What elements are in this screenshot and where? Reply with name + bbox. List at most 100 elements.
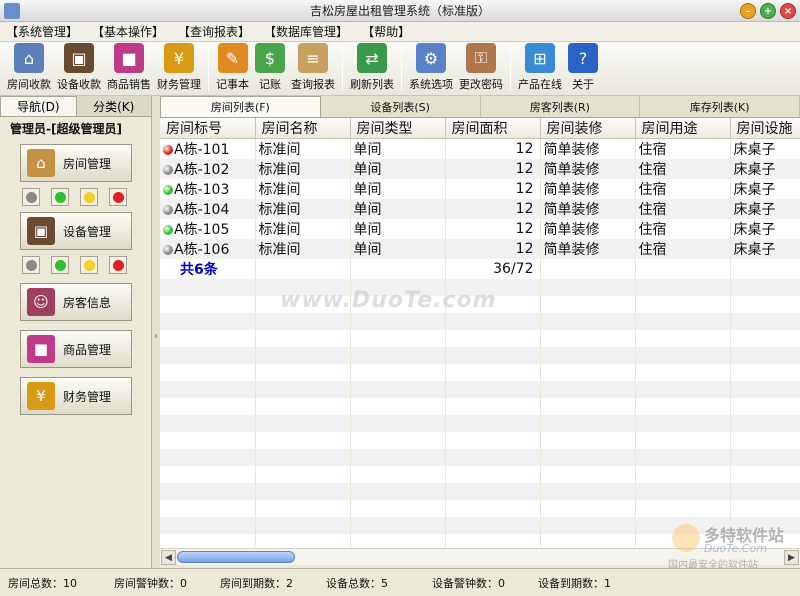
status-light-button[interactable] [22,256,40,274]
toolbar-button[interactable]: ⇄ 刷新列表 [347,43,397,95]
empty-cell [730,432,800,449]
status-light-button[interactable] [109,256,127,274]
menu-query-report[interactable]: 【查询报表】 [178,23,250,40]
collapse-arrow-icon[interactable]: ‹ [153,316,159,356]
empty-cell [445,347,541,364]
table-cell: 住宿 [635,239,731,259]
menu-help[interactable]: 【帮助】 [362,23,410,40]
toolbar-button[interactable]: ? 关于 [565,43,601,95]
nav-button[interactable]: ¥ 财务管理 [20,377,132,415]
empty-cell [160,296,256,313]
empty-cell [635,381,731,398]
toolbar-button[interactable]: ⚿ 更改密码 [456,43,506,95]
empty-cell [730,330,800,347]
table-cell: 标准间 [255,199,351,219]
close-button[interactable]: × [780,3,796,19]
tab-navigation[interactable]: 导航(D) [0,96,77,116]
status-light-button[interactable] [51,188,69,206]
empty-cell [730,449,800,466]
table-row[interactable]: A栋-106 标准间 单间 12 简单装修 住宿 床桌子 [160,239,800,259]
empty-row [160,449,800,466]
toolbar-button[interactable]: ¥ 财务管理 [154,43,204,95]
table-cell: 简单装修 [540,199,636,219]
toolbar-button[interactable]: ≡ 查询报表 [288,43,338,95]
menu-basic-ops[interactable]: 【基本操作】 [92,23,164,40]
toolbar-button[interactable]: ▣ 设备收款 [54,43,104,95]
table-cell [635,259,731,279]
status-light-button[interactable] [109,188,127,206]
menu-database[interactable]: 【数据库管理】 [264,23,348,40]
refresh-icon: ⇄ [357,43,387,73]
mascot-icon [672,524,700,552]
pane-splitter[interactable]: ‹ [152,96,160,568]
empty-cell [445,483,541,500]
notebook-icon: ✎ [217,43,248,73]
empty-cell [445,415,541,432]
window-title: 吉松房屋出租管理系统（标准版） [309,4,490,18]
empty-cell [540,483,636,500]
right-pane: 房间列表(F) 设备列表(S) 房客列表(R) 库存列表(K) 房间标号 房间名… [160,96,800,568]
status-light-button[interactable] [80,256,98,274]
empty-row [160,381,800,398]
nav-button-label: 房间管理 [63,156,112,171]
scroll-left-icon[interactable]: ◀ [161,550,176,565]
empty-cell [540,364,636,381]
status-light-button[interactable] [80,188,98,206]
table-row[interactable]: A栋-101 标准间 单间 12 简单装修 住宿 床桌子 [160,138,800,159]
column-header-room-facility[interactable]: 房间设施 [730,118,800,139]
empty-cell [540,449,636,466]
column-header-room-decor[interactable]: 房间装修 [540,118,636,139]
tab-room-list[interactable]: 房间列表(F) [160,96,321,117]
room-status-icon [163,225,173,235]
column-header-room-id[interactable]: 房间标号 [160,118,256,139]
toolbar-button[interactable]: ⊞ 产品在线 [515,43,565,95]
toolbar-button[interactable]: ✎ 记事本 [213,43,252,95]
nav-button[interactable]: ⌂ 房间管理 [20,144,132,182]
nav-button[interactable]: ▣ 设备管理 [20,212,132,250]
toolbar-button[interactable]: ⚙ 系统选项 [406,43,456,95]
empty-cell [255,330,351,347]
empty-cell [635,415,731,432]
column-header-room-use[interactable]: 房间用途 [635,118,731,139]
column-header-room-type[interactable]: 房间类型 [350,118,446,139]
maximize-button[interactable]: + [760,3,776,19]
tab-tenant-list[interactable]: 房客列表(R) [480,96,641,117]
empty-cell [350,483,446,500]
nav-area: ⌂ 房间管理 ▣ 设备管理 ☺ 房客信息 ■ 商品管理 ¥ 财务管理 [16,144,138,415]
column-header-room-name[interactable]: 房间名称 [255,118,351,139]
empty-cell [445,313,541,330]
tab-inventory-list[interactable]: 库存列表(K) [640,96,800,117]
tab-device-list[interactable]: 设备列表(S) [320,96,481,117]
status-light-button[interactable] [22,188,40,206]
empty-cell [255,381,351,398]
toolbar-separator [401,47,402,91]
status-light-button[interactable] [51,256,69,274]
table-row[interactable]: A栋-102 标准间 单间 12 简单装修 住宿 床桌子 [160,159,800,179]
windows-icon: ⊞ [525,43,555,73]
status-filter-lights [22,256,138,274]
empty-cell [635,347,731,364]
table-cell [540,259,636,279]
scroll-thumb[interactable] [177,551,295,563]
empty-row [160,330,800,347]
tab-category[interactable]: 分类(K) [76,96,151,116]
nav-button[interactable]: ☺ 房客信息 [20,283,132,321]
status-room-alarms: 房间警钟数：0 [114,576,187,590]
nav-button[interactable]: ■ 商品管理 [20,330,132,368]
report-icon: ≡ [298,43,328,73]
toolbar-button-label: 关于 [572,78,594,91]
toolbar-separator [510,47,511,91]
table-row[interactable]: A栋-103 标准间 单间 12 简单装修 住宿 床桌子 [160,179,800,199]
toolbar-button[interactable]: ⌂ 房间收款 [4,43,54,95]
table-row[interactable]: A栋-105 标准间 单间 12 简单装修 住宿 床桌子 [160,219,800,239]
column-header-room-area[interactable]: 房间面积 [445,118,541,139]
toolbar-button[interactable]: $ 记账 [252,43,288,95]
toolbar-button[interactable]: ■ 商品销售 [104,43,154,95]
menu-system[interactable]: 【系统管理】 [6,23,78,40]
table-cell: 住宿 [635,219,731,239]
status-dot-icon [83,259,95,271]
empty-cell [350,381,446,398]
table-row[interactable]: A栋-104 标准间 单间 12 简单装修 住宿 床桌子 [160,199,800,219]
minimize-button[interactable]: – [740,3,756,19]
table-cell: 住宿 [635,179,731,199]
